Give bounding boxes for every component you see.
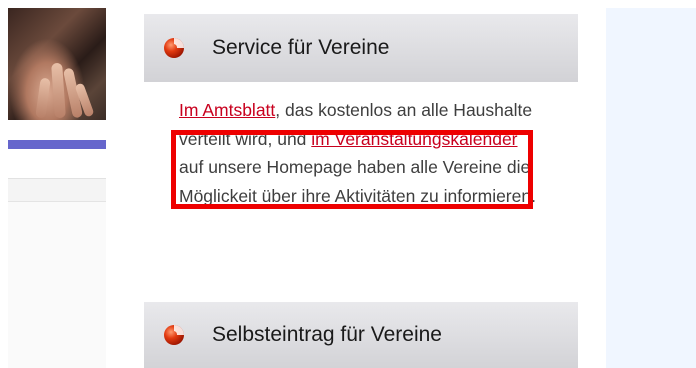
- service-section-title: Service für Vereine: [212, 36, 390, 59]
- red-sphere-icon: [164, 325, 184, 345]
- left-sidebar-box: [8, 178, 106, 368]
- main-column: Service für Vereine Im Amtsblatt, das ko…: [128, 0, 612, 368]
- hands-photo: [8, 8, 106, 120]
- left-column: [0, 0, 128, 368]
- page: Service für Vereine Im Amtsblatt, das ko…: [0, 0, 696, 368]
- service-description: Im Amtsblatt, das kostenlos an alle Haus…: [179, 96, 544, 210]
- service-text-part2: auf unsere Homepage haben alle Vereine d…: [179, 157, 536, 206]
- accent-bar: [8, 140, 106, 149]
- selbsteintrag-section-title: Selbsteintrag für Vereine: [212, 323, 442, 346]
- red-sphere-icon: [164, 38, 184, 58]
- selbsteintrag-section-header[interactable]: Selbsteintrag für Vereine: [144, 302, 578, 368]
- amtsblatt-link[interactable]: Im Amtsblatt: [179, 100, 275, 120]
- left-sidebar-inner: [8, 201, 106, 368]
- service-section-header[interactable]: Service für Vereine: [144, 14, 578, 82]
- veranstaltungskalender-link[interactable]: im Veranstaltungskalender: [311, 129, 517, 149]
- right-panel: [606, 8, 696, 368]
